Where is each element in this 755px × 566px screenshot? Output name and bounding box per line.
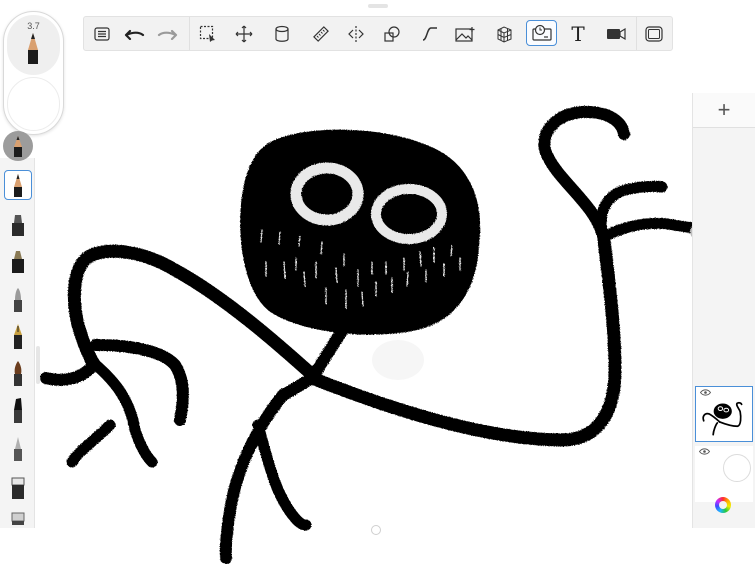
brush-palette-grip[interactable] xyxy=(36,346,40,384)
layers-panel: + xyxy=(692,93,755,528)
layer-1-thumbnail[interactable] xyxy=(695,386,753,442)
airbrush-brush[interactable] xyxy=(4,284,32,314)
video-icon[interactable] xyxy=(603,21,629,47)
symmetry-icon[interactable] xyxy=(343,21,369,47)
head-shape xyxy=(240,129,481,335)
time-lapse-icon[interactable] xyxy=(526,20,557,46)
add-layer-button[interactable]: + xyxy=(693,93,755,128)
chisel-brush[interactable] xyxy=(4,395,32,425)
layer-2-thumbnail[interactable] xyxy=(695,446,753,502)
current-brush-icon[interactable] xyxy=(3,131,33,161)
shapes-icon[interactable] xyxy=(379,21,405,47)
fullscreen-icon[interactable] xyxy=(641,21,667,47)
text-icon[interactable]: T xyxy=(565,21,591,47)
redo-icon[interactable] xyxy=(155,21,181,47)
smudge-mark xyxy=(372,340,424,380)
layer-1-preview xyxy=(702,401,743,436)
pencil-brush[interactable] xyxy=(4,170,32,200)
eye-icon[interactable] xyxy=(699,448,710,455)
color-wheel-icon[interactable] xyxy=(715,497,731,513)
main-toolbar: T xyxy=(83,16,673,51)
layer-list-icon[interactable] xyxy=(89,21,115,47)
image-import-icon[interactable] xyxy=(452,21,478,47)
stick-figure-drawing xyxy=(40,105,719,564)
curve-icon[interactable] xyxy=(417,21,443,47)
top-drag-handle[interactable] xyxy=(368,4,388,8)
marker-brush[interactable] xyxy=(4,209,32,239)
ruler-icon[interactable] xyxy=(308,21,334,47)
brush-size-value: 3.7 xyxy=(27,21,40,31)
selection-icon[interactable] xyxy=(195,21,221,47)
fill-icon[interactable] xyxy=(269,21,295,47)
paint-brush[interactable] xyxy=(4,358,32,388)
opacity-puck[interactable] xyxy=(7,77,60,131)
ink-pen-brush[interactable] xyxy=(4,321,32,351)
transform-icon[interactable] xyxy=(231,21,257,47)
undo-icon[interactable] xyxy=(121,21,147,47)
smudge-brush[interactable] xyxy=(4,433,32,463)
drawing-canvas[interactable] xyxy=(0,0,755,566)
perspective-icon[interactable] xyxy=(491,21,517,47)
eraser-brush[interactable] xyxy=(4,472,32,502)
brush-puck[interactable]: 3.7 xyxy=(3,11,64,135)
bottom-handle[interactable] xyxy=(371,525,381,535)
soft-eraser-brush[interactable] xyxy=(4,508,32,528)
puck-pencil-icon xyxy=(24,32,42,69)
layer-2-preview xyxy=(723,454,751,482)
brush-palette xyxy=(0,158,35,528)
felt-pen-brush[interactable] xyxy=(4,246,32,276)
